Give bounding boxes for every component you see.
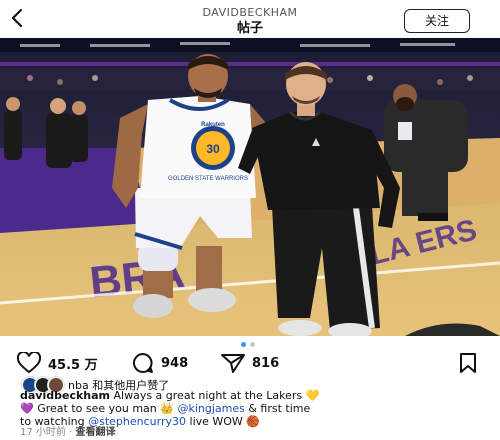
heart-icon[interactable] [16, 352, 42, 374]
bookmark-icon[interactable] [458, 352, 478, 374]
caption-text: Always a great night at the Lakers 💛 [113, 389, 320, 402]
caption-text: live WOW 🏀 [186, 415, 261, 428]
action-bar: 45.5 万 948 816 [0, 352, 500, 376]
post-photo[interactable]: BRA LA ERS 30 Rakuten GOLDEN STATE WARRI… [0, 38, 500, 336]
like-count: 45.5 万 [48, 357, 98, 373]
caption-text: & first time [244, 402, 311, 415]
jersey-brand: Rakuten [201, 122, 225, 128]
comment-count: 948 [161, 355, 189, 371]
comment-action[interactable]: 948 [131, 352, 188, 374]
follow-button[interactable]: 关注 [404, 9, 470, 33]
translate-link[interactable]: 查看翻译 [75, 427, 115, 438]
post-time: 17 小时前 [20, 427, 66, 438]
mention-link[interactable]: @kingjames [177, 402, 244, 415]
jersey-team-text: GOLDEN STATE WARRIORS [168, 176, 248, 182]
carousel-indicator [0, 342, 500, 348]
jersey-number: 30 [206, 142, 220, 156]
carousel-dot [250, 342, 255, 347]
comment-icon[interactable] [131, 352, 155, 374]
post-header: DAVIDBECKHAM 帖子 关注 [0, 0, 500, 38]
post-meta: 17 小时前 · 查看翻译 [20, 423, 115, 438]
share-action[interactable]: 816 [220, 352, 279, 374]
like-action[interactable]: 45.5 万 [16, 352, 98, 374]
carousel-dot-active [241, 342, 246, 347]
meta-separator: · [69, 427, 73, 438]
caption-text: 💜 Great to see you man 👑 [20, 402, 178, 415]
paper-plane-icon[interactable] [220, 352, 246, 374]
caption-username[interactable]: davidbeckham [20, 389, 110, 402]
share-count: 816 [252, 355, 280, 371]
